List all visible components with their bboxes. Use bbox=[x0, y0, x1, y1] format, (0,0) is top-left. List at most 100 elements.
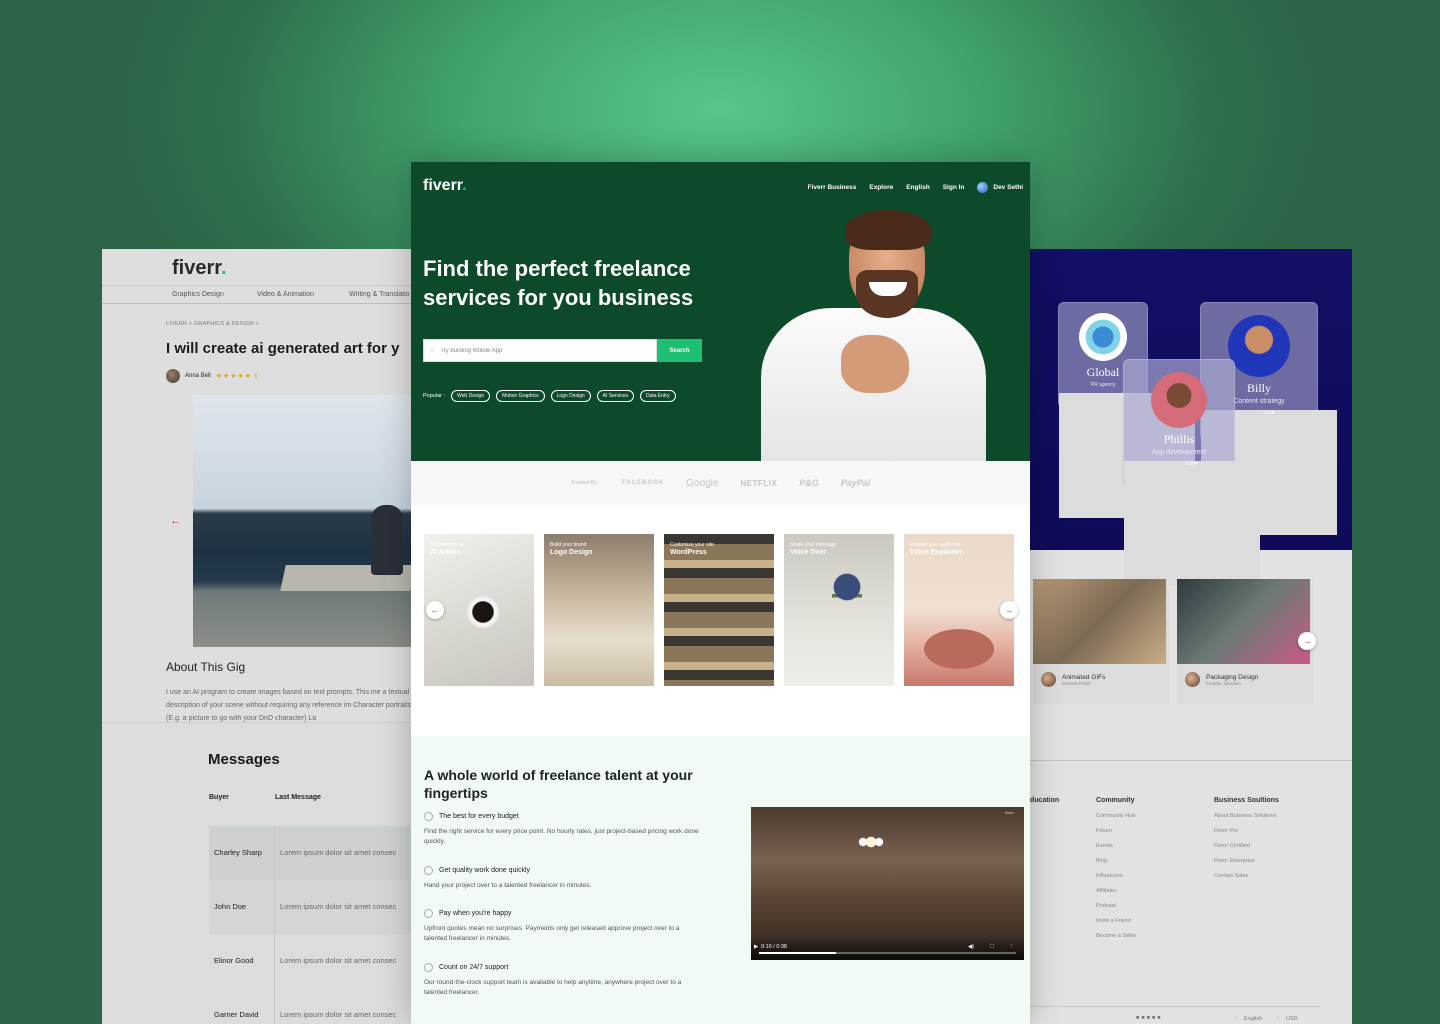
video-lamp bbox=[851, 827, 891, 857]
about-text: I use an AI program to create images bas… bbox=[166, 689, 411, 722]
category-graphics[interactable]: Graphics Design bbox=[172, 291, 224, 298]
column-divider bbox=[274, 826, 275, 1024]
footer-link[interactable]: Invite a Friend bbox=[1096, 918, 1136, 924]
popular-tag[interactable]: Logo Design bbox=[550, 390, 591, 402]
trusted-by-bar: Trusted By : FACEBOOK Google NETFLIX P&G… bbox=[411, 461, 1030, 505]
feature-desc: Find the right service for every price p… bbox=[424, 828, 699, 845]
more-options-icon[interactable]: ⋮ bbox=[1009, 944, 1015, 950]
search-button[interactable]: Search bbox=[657, 339, 702, 362]
play-icon[interactable]: ▶ bbox=[754, 944, 758, 950]
nav-language[interactable]: English bbox=[906, 184, 929, 191]
nav-sign-in[interactable]: Sign In bbox=[943, 184, 965, 191]
tile-author: Emmett Potter bbox=[1062, 680, 1091, 686]
profile-rating: 5.0★ bbox=[1124, 461, 1260, 586]
social-icons[interactable]: ■■■■■ bbox=[1136, 1015, 1163, 1021]
language-selector[interactable]: English bbox=[1244, 1016, 1262, 1022]
footer-link[interactable]: About Business Solutions bbox=[1214, 813, 1279, 819]
footer-link[interactable]: Community Hub bbox=[1096, 813, 1136, 819]
search-input[interactable] bbox=[440, 347, 641, 354]
hero-person-hair bbox=[845, 210, 931, 250]
brand-pg-logo: P&G bbox=[799, 478, 819, 488]
service-tile[interactable]: Animated GIFs Emmett Potter bbox=[1033, 579, 1169, 704]
author-avatar bbox=[1185, 672, 1200, 687]
hero-person-image bbox=[761, 210, 986, 461]
carousel-next-icon[interactable]: → bbox=[1000, 601, 1018, 619]
footer-link[interactable]: Contact Sales bbox=[1214, 873, 1279, 879]
col-buyer-header: Buyer bbox=[209, 794, 229, 801]
service-card[interactable]: Customize your site WordPress bbox=[664, 534, 774, 686]
fiverr-logo[interactable]: fiverr. bbox=[423, 177, 467, 195]
card-subtitle: Share your message bbox=[790, 542, 837, 548]
table-row[interactable]: John Doe Lorem ipsum dolor sit amet conse… bbox=[209, 880, 411, 934]
popular-tag[interactable]: Data Entry bbox=[639, 390, 676, 402]
feature-title: The best for every budget bbox=[439, 813, 519, 820]
about-heading: About This Gig bbox=[166, 660, 246, 674]
rating-stars: ★★★★★ 5 bbox=[215, 373, 259, 380]
tiles-next-icon[interactable]: → bbox=[1298, 632, 1316, 650]
footer-col-community: Community Community Hub Forum Events Blo… bbox=[1096, 797, 1137, 939]
col-last-message-header: Last Message bbox=[275, 794, 321, 801]
gig-image-person bbox=[371, 505, 403, 575]
user-name: Dev Sethi bbox=[993, 184, 1023, 191]
gig-title: I will create ai generated art for y bbox=[166, 340, 400, 357]
category-writing[interactable]: Writing & Translatio bbox=[349, 291, 410, 298]
trusted-label: Trusted By : bbox=[570, 480, 601, 486]
tile-title: Animated GIFs bbox=[1062, 673, 1106, 681]
popular-tag[interactable]: Motion Graphics bbox=[496, 390, 545, 402]
popular-tag[interactable]: Web Design bbox=[451, 390, 491, 402]
footer-link[interactable]: Fiverr Pro bbox=[1214, 828, 1279, 834]
popular-tag[interactable]: AI Services bbox=[596, 390, 634, 402]
profile-card-phillis[interactable]: Phillis App development 5.0★ bbox=[1123, 359, 1260, 586]
messages-title: Messages bbox=[208, 751, 280, 768]
footer-link[interactable]: Forum bbox=[1096, 828, 1136, 834]
service-tile[interactable]: Packaging Design Freddie Johnston bbox=[1177, 579, 1313, 704]
nav-explore[interactable]: Explore bbox=[869, 184, 893, 191]
table-row[interactable]: Garner David Lorem ipsum dolor sit amet c… bbox=[209, 988, 411, 1024]
global-logo-icon bbox=[1079, 313, 1127, 361]
video-player[interactable]: fiverr ▶ 0:10 / 0:38 ◀) ⛶ ⋮ bbox=[751, 807, 1024, 960]
seller-avatar[interactable] bbox=[166, 369, 180, 383]
author-avatar bbox=[1041, 672, 1056, 687]
footer-link[interactable]: Blog bbox=[1096, 858, 1136, 864]
currency-selector[interactable]: USD bbox=[1286, 1016, 1298, 1022]
feature-title: Get quality work done quickly bbox=[439, 867, 531, 874]
fullscreen-icon[interactable]: ⛶ bbox=[990, 944, 994, 951]
service-card[interactable]: Engage your audience Video Explainer bbox=[904, 534, 1014, 686]
video-progress-bar[interactable] bbox=[759, 952, 1016, 954]
card-title: Logo Design bbox=[550, 549, 593, 556]
footer-link[interactable]: Become a Seller bbox=[1096, 933, 1136, 939]
table-row[interactable]: Elinor Good Lorem ipsum dolor sit amet co… bbox=[209, 934, 411, 988]
footer-link[interactable]: Influencers bbox=[1096, 873, 1136, 879]
footer-link[interactable]: Events bbox=[1096, 843, 1136, 849]
seller-name[interactable]: Anna Bell bbox=[185, 373, 211, 379]
volume-icon[interactable]: ◀) bbox=[968, 944, 974, 950]
card-image-flowers bbox=[832, 566, 862, 636]
gig-page-preview: fiverr. Graphics Design Video & Animatio… bbox=[102, 249, 411, 1024]
category-nav: Graphics Design Video & Animation Writin… bbox=[102, 285, 411, 304]
feature-desc: Our round-the-clock support team is avai… bbox=[424, 979, 682, 996]
brand-paypal-logo: PayPal bbox=[840, 478, 871, 488]
card-subtitle: Customize your site bbox=[670, 542, 714, 548]
footer-link[interactable]: Fiverr Certified bbox=[1214, 843, 1279, 849]
gallery-prev-icon[interactable]: ← bbox=[170, 515, 181, 527]
feature-title: Pay when you're happy bbox=[439, 910, 512, 917]
service-card[interactable]: Share your message Voice Over bbox=[784, 534, 894, 686]
service-card[interactable]: Build your brand Logo Design bbox=[544, 534, 654, 686]
footer-link[interactable]: Fiverr Enterprise bbox=[1214, 858, 1279, 864]
nav-fiverr-business[interactable]: Fiverr Business bbox=[808, 184, 857, 191]
table-row[interactable]: Charley Sharp Lorem ipsum dolor sit amet … bbox=[209, 826, 411, 880]
card-subtitle: Build your brand bbox=[550, 542, 587, 548]
user-menu[interactable]: Dev Sethi bbox=[977, 182, 1023, 193]
category-video[interactable]: Video & Animation bbox=[257, 291, 314, 298]
hero-section: fiverr. Fiverr Business Explore English … bbox=[411, 162, 1030, 461]
feature-desc: Hand your project over to a talented fre… bbox=[424, 882, 592, 889]
rating-value: 5 bbox=[254, 374, 259, 380]
check-circle-icon bbox=[424, 963, 433, 972]
footer-bottom: ■■■■■ ◌ English ◌ USD bbox=[1030, 1006, 1320, 1024]
billy-avatar bbox=[1228, 315, 1290, 377]
footer-link[interactable]: Podcast bbox=[1096, 903, 1136, 909]
footer-link[interactable]: Affiliates bbox=[1096, 888, 1136, 894]
breadcrumb[interactable]: LIVERR > GRAPHICS & DESIGN > bbox=[166, 321, 259, 327]
carousel-prev-icon[interactable]: ← bbox=[426, 601, 444, 619]
fiverr-logo[interactable]: fiverr. bbox=[172, 257, 227, 280]
